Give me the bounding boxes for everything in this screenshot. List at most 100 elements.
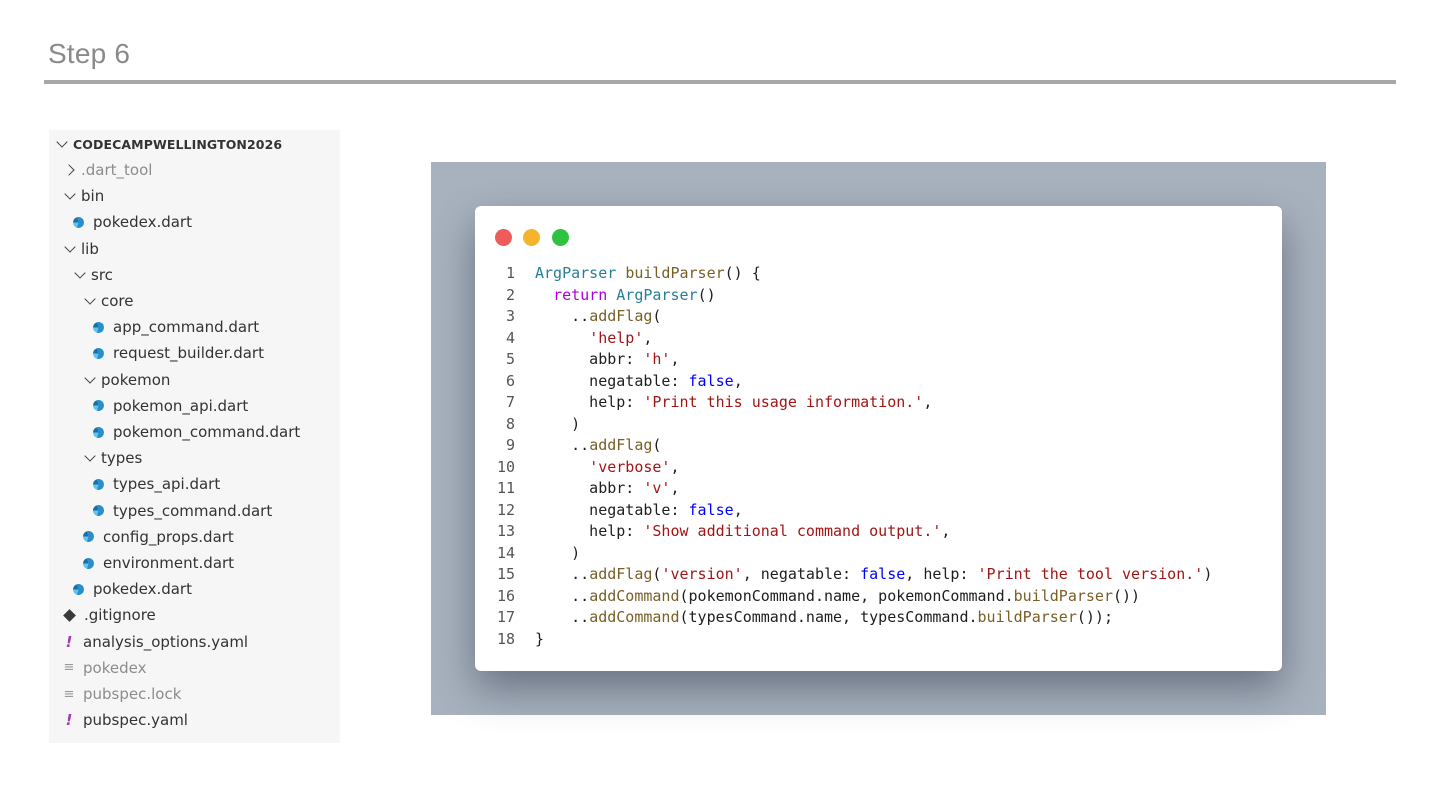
- tree-item[interactable]: ! pubspec.yaml: [63, 707, 188, 733]
- tree-item-label: analysis_options.yaml: [83, 632, 249, 651]
- dart-file-icon: [71, 215, 86, 230]
- tree-item[interactable]: lib: [63, 236, 99, 262]
- code-token: help:: [535, 522, 644, 540]
- chevron-down-icon: [84, 293, 96, 305]
- code-text: help: 'Print this usage information.',: [535, 392, 932, 413]
- code-text: ..addCommand(typesCommand.name, typesCom…: [535, 607, 1113, 628]
- tree-item[interactable]: pokemon_api.dart: [91, 393, 248, 419]
- tree-item-label: pokemon_command.dart: [113, 423, 301, 441]
- code-text: ): [535, 414, 580, 435]
- tree-item-label: lib: [81, 239, 99, 258]
- chevron-down-icon: [74, 267, 86, 279]
- code-token: abbr:: [535, 479, 644, 497]
- code-text: ArgParser buildParser() {: [535, 263, 761, 284]
- tree-item[interactable]: bin: [63, 183, 104, 209]
- code-token: }: [535, 629, 545, 648]
- code-token: ): [535, 414, 581, 433]
- tree-item[interactable]: ≡ pubspec.lock: [63, 681, 182, 707]
- code-text: negatable: false,: [535, 371, 743, 392]
- line-number: 7: [505, 393, 515, 411]
- chevron-down-icon: [84, 450, 96, 462]
- code-text: ..addFlag(: [535, 435, 661, 456]
- code-token: 'v': [643, 479, 671, 497]
- tree-item[interactable]: pokedex.dart: [71, 576, 192, 602]
- tree-item[interactable]: pokemon_command.dart: [91, 419, 301, 445]
- code-window: 1 ArgParser buildParser() {2 return ArgPa…: [475, 206, 1282, 671]
- tree-item[interactable]: ! analysis_options.yaml: [63, 629, 249, 655]
- code-token: false: [688, 500, 734, 519]
- tree-item-label: .dart_tool: [81, 161, 153, 179]
- code-token: help:: [535, 393, 644, 411]
- tree-item[interactable]: core: [83, 288, 134, 314]
- code-token: addCommand: [589, 608, 680, 626]
- tree-item[interactable]: request_builder.dart: [91, 340, 264, 366]
- tree-item[interactable]: config_props.dart: [81, 524, 234, 550]
- line-number: 5: [505, 350, 515, 368]
- code-token: addCommand: [589, 586, 680, 605]
- code-token: ): [1203, 565, 1213, 583]
- line-number: 15: [496, 565, 515, 583]
- code-text: 'verbose',: [535, 457, 680, 478]
- line-number: 11: [496, 479, 515, 497]
- code-token: ,: [670, 479, 680, 497]
- tree-item-label: pubspec.yaml: [83, 711, 188, 730]
- tree-item[interactable]: .gitignore: [63, 602, 156, 628]
- dart-file-icon: [81, 529, 96, 544]
- tree-item[interactable]: src: [73, 262, 113, 288]
- code-token: buildParser: [977, 608, 1077, 626]
- tree-item[interactable]: types_api.dart: [91, 471, 220, 497]
- tree-item-label: pokemon: [101, 370, 171, 389]
- code-token: 'help': [589, 328, 644, 347]
- tree-item-label: core: [101, 292, 134, 310]
- tree-item[interactable]: ≡ pokedex: [63, 655, 147, 681]
- code-token: ,: [670, 457, 680, 476]
- code-token: 'version': [661, 565, 743, 583]
- dart-file-icon: [71, 582, 86, 597]
- code-token: negatable:: [535, 371, 689, 390]
- code-token: ,: [670, 350, 680, 368]
- code-token: () {: [724, 264, 761, 282]
- title-divider: [44, 80, 1396, 84]
- chevron-down-icon: [56, 136, 68, 148]
- code-token: 'Show additional command output.': [643, 522, 942, 540]
- explorer-root-folder[interactable]: CODECAMPWELLINGTON2026: [55, 131, 282, 157]
- tree-item-label: pubspec.lock: [83, 685, 182, 703]
- code-token: ,: [733, 371, 743, 390]
- chevron-right-icon: [63, 164, 75, 176]
- tree-item[interactable]: types_command.dart: [91, 498, 272, 524]
- tree-item-label: bin: [81, 187, 105, 206]
- tree-item[interactable]: pokedex.dart: [71, 209, 192, 235]
- chevron-down-icon: [64, 240, 76, 253]
- code-text: abbr: 'h',: [535, 349, 680, 370]
- dart-file-icon: [81, 555, 96, 571]
- code-text: help: 'Show additional command output.',: [535, 521, 950, 542]
- code-token: false: [688, 371, 734, 390]
- code-token: ()): [1112, 586, 1141, 605]
- line-number: 8: [505, 414, 515, 433]
- code-text: ..addFlag('version', negatable: false, h…: [535, 564, 1212, 585]
- code-token: , negatable:: [742, 565, 861, 583]
- code-token: (): [697, 285, 716, 304]
- code-text: ..addCommand(pokemonCommand.name, pokemo…: [535, 586, 1140, 607]
- tree-item-label: request_builder.dart: [113, 344, 264, 363]
- tree-item[interactable]: .dart_tool: [63, 157, 152, 183]
- text-file-icon: ≡: [63, 660, 75, 676]
- tree-item[interactable]: app_command.dart: [91, 314, 259, 340]
- tree-item[interactable]: environment.dart: [81, 550, 234, 576]
- tree-item[interactable]: pokemon: [83, 367, 170, 393]
- code-token: ,: [733, 500, 743, 519]
- line-number: 13: [496, 522, 515, 540]
- code-token: ..: [535, 307, 590, 325]
- close-dot-icon: [495, 229, 512, 246]
- tree-item[interactable]: types: [83, 445, 142, 471]
- code-token: false: [860, 565, 906, 583]
- code-token: 'Print this usage information.': [643, 393, 924, 411]
- tree-item-label: config_props.dart: [103, 527, 234, 546]
- explorer-root-label: CODECAMPWELLINGTON2026: [73, 136, 283, 152]
- code-token: addFlag: [589, 307, 653, 325]
- dart-file-icon: [91, 503, 106, 518]
- code-token: ..: [535, 586, 590, 605]
